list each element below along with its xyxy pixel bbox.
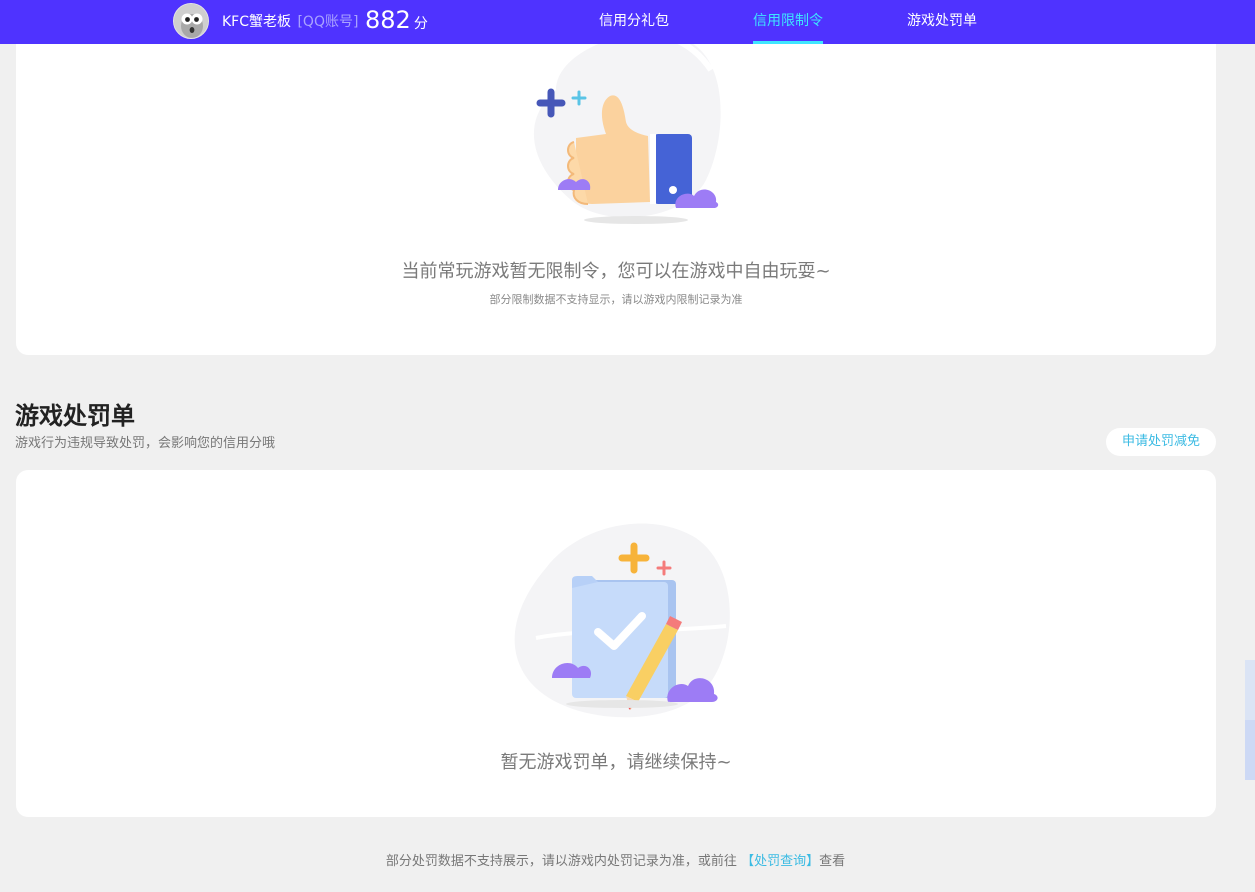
penalty-empty-title: 暂无游戏罚单，请继续保持~	[500, 752, 732, 773]
footer-note: 部分处罚数据不支持展示，请以游戏内处罚记录为准，或前往 【处罚查询】查看	[0, 850, 1231, 869]
restriction-empty-card: 当前常玩游戏暂无限制令，您可以在游戏中自由玩耍~ 部分限制数据不支持显示，请以游…	[16, 30, 1216, 355]
account-type-label: [QQ账号]	[297, 14, 359, 30]
credit-score-value: 882	[365, 6, 411, 34]
apply-penalty-reduction-button[interactable]: 申请处罚减免	[1106, 428, 1216, 456]
top-navigation-bar: KFC蟹老板 [QQ账号] 882 分 信用分礼包 信用限制令 游戏处罚单	[0, 0, 1255, 44]
restriction-empty-title: 当前常玩游戏暂无限制令，您可以在游戏中自由玩耍~	[401, 261, 831, 282]
nav-tab-game-penalty[interactable]: 游戏处罚单	[907, 0, 977, 44]
document-pencil-illustration	[514, 523, 730, 718]
nav-tab-label: 信用分礼包	[599, 13, 669, 29]
nav-tab-credit-restriction[interactable]: 信用限制令	[753, 0, 823, 44]
nav-tab-label: 信用限制令	[753, 13, 823, 29]
avatar[interactable]	[173, 3, 209, 39]
username-text: KFC蟹老板	[222, 14, 292, 30]
user-name: KFC蟹老板 [QQ账号]	[222, 13, 358, 31]
nav-tab-credit-gift[interactable]: 信用分礼包	[599, 0, 669, 44]
penalty-section-description: 游戏行为违规导致处罚，会影响您的信用分哦	[15, 436, 276, 451]
nav-tab-label: 游戏处罚单	[907, 13, 977, 29]
penalty-section-title: 游戏处罚单	[15, 402, 135, 430]
penalty-empty-card: 暂无游戏罚单，请继续保持~	[16, 470, 1216, 817]
active-tab-indicator	[753, 41, 823, 44]
credit-score-unit: 分	[413, 16, 428, 32]
restriction-empty-subtitle: 部分限制数据不支持显示，请以游戏内限制记录为准	[489, 293, 743, 306]
scrollbar-thumb-highlight	[1245, 720, 1255, 780]
footer-text: 部分处罚数据不支持展示，请以游戏内处罚记录为准，或前往	[385, 854, 737, 869]
thumbs-up-illustration	[533, 31, 721, 224]
footer-text-after: 查看	[819, 854, 846, 869]
penalty-query-link[interactable]: 【处罚查询】	[741, 854, 819, 869]
credit-score: 882 分	[365, 5, 428, 35]
avatar-face-icon	[174, 4, 208, 38]
